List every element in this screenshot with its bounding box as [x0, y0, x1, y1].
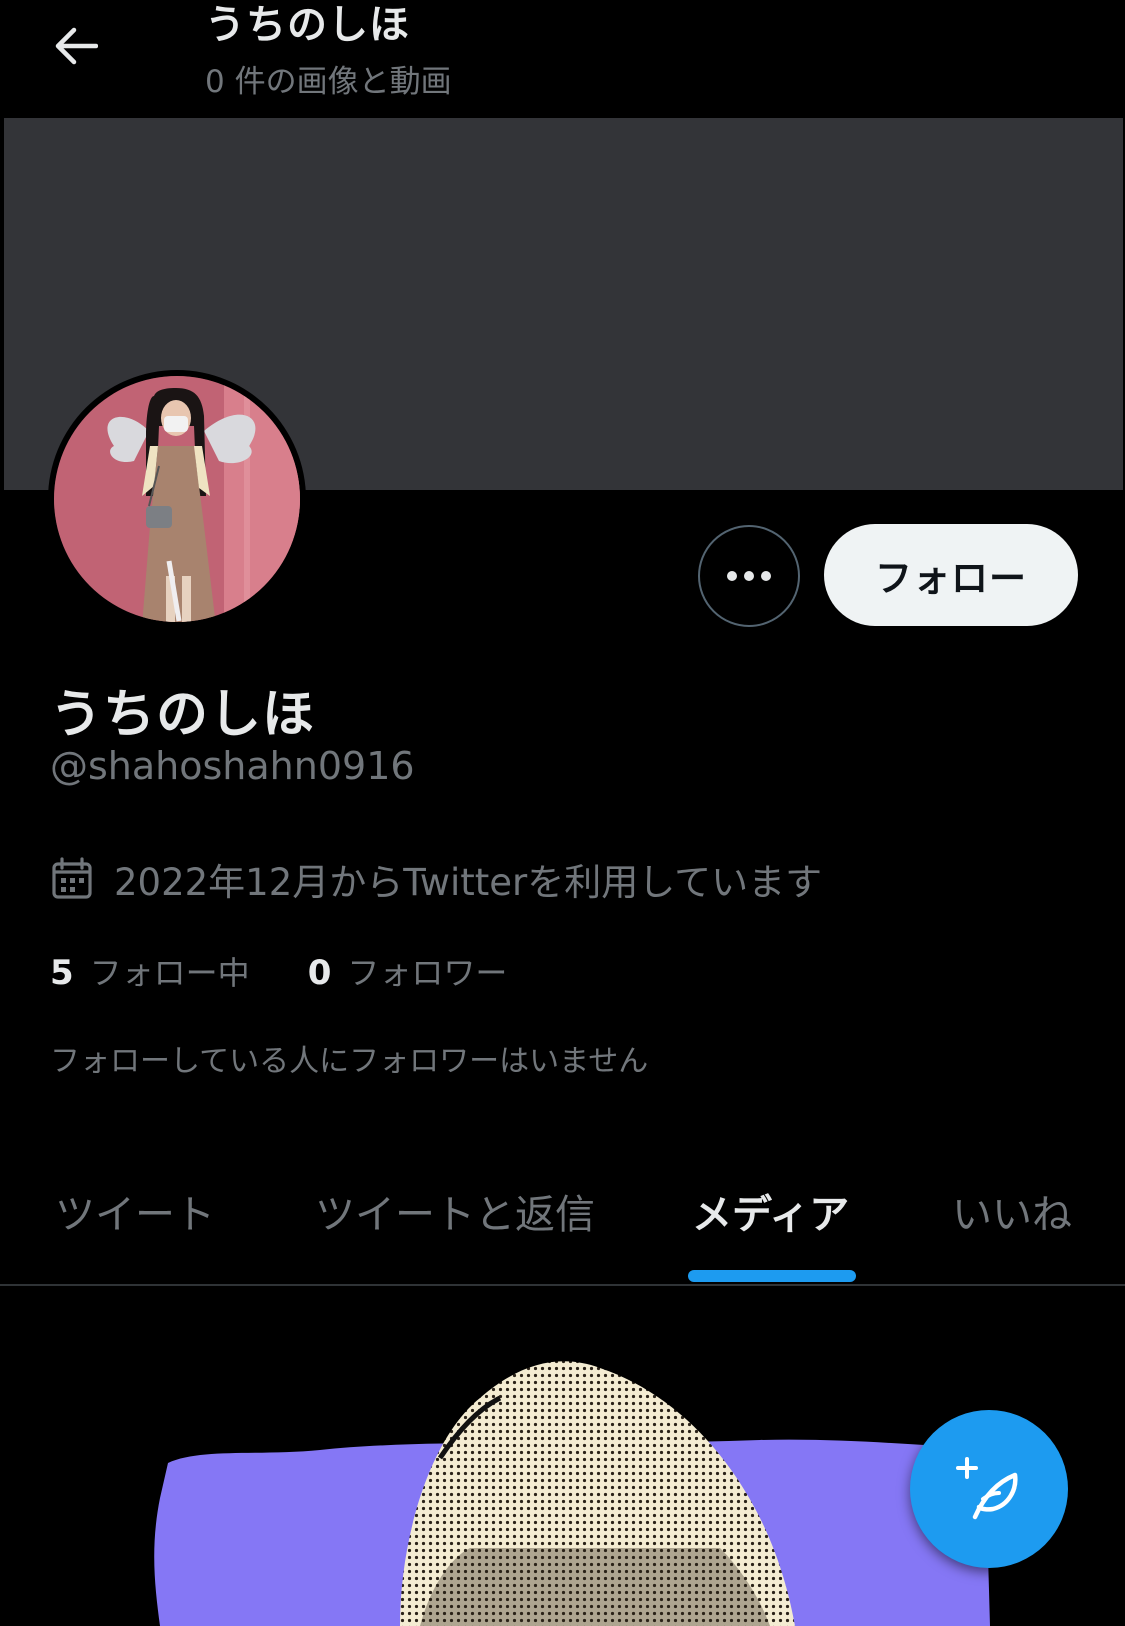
following-label: フォロー中	[89, 954, 250, 992]
profile-page: うちのしほ 0 件の画像と動画 フォロー うちのしほ @shahoshahn09…	[0, 0, 1125, 1626]
followers-count: 0	[307, 953, 332, 993]
back-button[interactable]	[48, 18, 104, 74]
active-tab-indicator	[688, 1270, 856, 1282]
followers-you-know: フォローしている人にフォロワーはいません	[50, 1044, 649, 1079]
compose-tweet-icon	[956, 1457, 1018, 1520]
tab-tweets-and-replies[interactable]: ツイートと返信	[315, 1182, 595, 1240]
joined-date: 2022年12月からTwitterを利用しています	[50, 852, 822, 906]
following-count: 5	[50, 953, 74, 993]
more-options-button[interactable]	[698, 525, 800, 627]
header-media-count: 0 件の画像と動画	[205, 64, 452, 100]
tab-media[interactable]: メディア	[692, 1182, 849, 1240]
avatar[interactable]	[48, 370, 306, 628]
avatar-photo	[54, 376, 300, 622]
following-link[interactable]: 5 フォロー中	[50, 948, 250, 994]
followers-label: フォロワー	[347, 954, 508, 992]
top-bar: うちのしほ 0 件の画像と動画	[0, 0, 1125, 118]
calendar-icon	[50, 856, 96, 902]
follow-stats: 5 フォロー中 0 フォロワー	[50, 948, 565, 994]
tab-tweets[interactable]: ツイート	[55, 1182, 215, 1240]
arrow-left-icon	[55, 27, 98, 65]
tab-likes[interactable]: いいね	[952, 1182, 1072, 1240]
display-name: うちのしほ	[50, 685, 316, 745]
follow-button[interactable]: フォロー	[824, 524, 1078, 626]
user-handle: @shahoshahn0916	[50, 744, 415, 788]
profile-tabs: ツイート ツイートと返信 メディア いいね	[0, 1160, 1125, 1286]
joined-date-text: 2022年12月からTwitterを利用しています	[114, 861, 823, 904]
followers-link[interactable]: 0 フォロワー	[308, 948, 508, 994]
header-title: うちのしほ	[205, 2, 410, 48]
compose-tweet-button[interactable]	[910, 1410, 1068, 1568]
more-horizontal-icon	[727, 571, 771, 581]
